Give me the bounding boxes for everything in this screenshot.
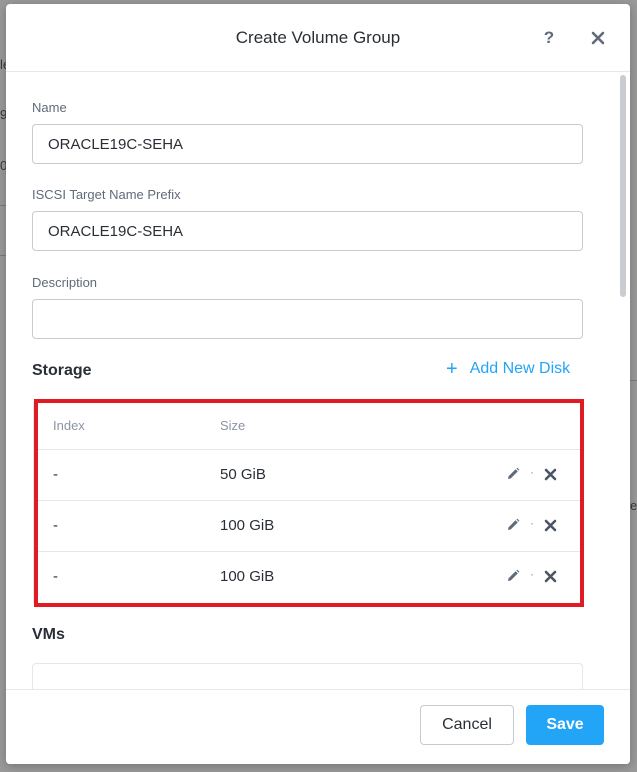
cancel-button[interactable]: Cancel bbox=[420, 705, 514, 745]
pencil-icon[interactable] bbox=[506, 467, 520, 481]
dialog-header: Create Volume Group ? bbox=[6, 4, 630, 72]
disk-size: 50 GiB bbox=[220, 466, 266, 483]
add-new-disk-label: Add New Disk bbox=[469, 360, 571, 377]
scrollbar[interactable] bbox=[618, 73, 626, 689]
dialog-footer: Cancel Save bbox=[6, 689, 630, 764]
storage-section-title: Storage bbox=[32, 362, 92, 379]
action-separator: · bbox=[530, 567, 534, 581]
disk-table: Index Size - 50 GiB · - 100 GiB · - 100 … bbox=[33, 400, 583, 604]
action-separator: · bbox=[530, 465, 534, 479]
pencil-icon[interactable] bbox=[506, 518, 520, 532]
column-header-index: Index bbox=[53, 418, 85, 433]
close-icon bbox=[591, 31, 605, 45]
disk-size: 100 GiB bbox=[220, 517, 275, 534]
dialog-title: Create Volume Group bbox=[235, 28, 401, 47]
create-volume-group-dialog: Create Volume Group ? Name ISCSI Target … bbox=[6, 4, 630, 764]
iscsi-prefix-input[interactable] bbox=[32, 211, 583, 251]
disk-index: - bbox=[53, 568, 58, 585]
save-button[interactable]: Save bbox=[526, 705, 604, 745]
background-divider bbox=[630, 380, 637, 381]
pencil-icon[interactable] bbox=[506, 569, 520, 583]
iscsi-prefix-label: ISCSI Target Name Prefix bbox=[32, 187, 181, 202]
vms-section-title: VMs bbox=[32, 626, 65, 643]
table-row: - 50 GiB · bbox=[34, 449, 582, 500]
background-text: e bbox=[630, 498, 637, 513]
table-row: - 100 GiB · bbox=[34, 551, 582, 602]
table-row: - 100 GiB · bbox=[34, 500, 582, 551]
add-new-disk-link[interactable]: + Add New Disk bbox=[446, 358, 571, 380]
scrollbar-thumb[interactable] bbox=[620, 75, 626, 297]
action-separator: · bbox=[530, 516, 534, 530]
disk-index: - bbox=[53, 466, 58, 483]
disk-size: 100 GiB bbox=[220, 568, 275, 585]
disk-index: - bbox=[53, 517, 58, 534]
name-label: Name bbox=[32, 100, 67, 115]
close-button[interactable] bbox=[590, 30, 608, 48]
help-button[interactable]: ? bbox=[540, 28, 558, 50]
name-input[interactable] bbox=[32, 124, 583, 164]
dialog-body: Name ISCSI Target Name Prefix Descriptio… bbox=[6, 73, 630, 689]
delete-icon[interactable] bbox=[544, 468, 557, 481]
delete-icon[interactable] bbox=[544, 570, 557, 583]
delete-icon[interactable] bbox=[544, 519, 557, 532]
vms-list bbox=[32, 663, 583, 689]
plus-icon: + bbox=[446, 358, 458, 380]
description-input[interactable] bbox=[32, 299, 583, 339]
description-label: Description bbox=[32, 275, 98, 290]
column-header-size: Size bbox=[220, 418, 246, 433]
